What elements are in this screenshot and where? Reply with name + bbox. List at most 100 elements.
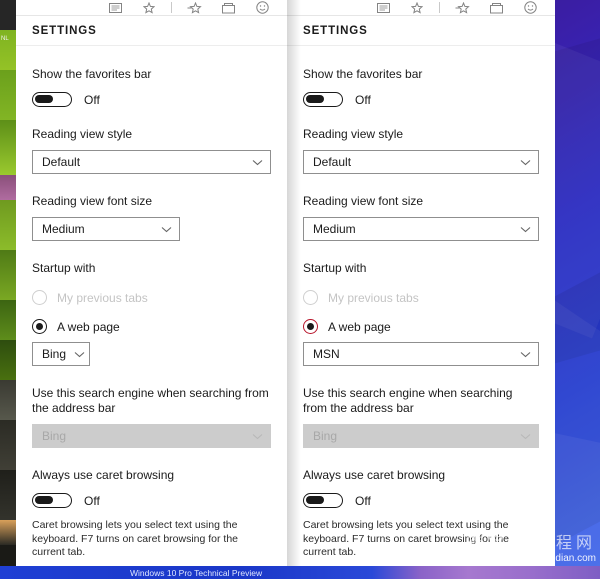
startup-option-previous-tabs: My previous tabs bbox=[303, 290, 539, 305]
search-engine-value: Bing bbox=[42, 429, 67, 443]
browser-window-right: SETTINGS Show the favorites bar Off Read… bbox=[287, 0, 555, 566]
web-notes-smiley-icon[interactable] bbox=[245, 0, 279, 15]
page-title: SETTINGS bbox=[303, 24, 368, 37]
reading-list-icon[interactable] bbox=[479, 0, 513, 15]
reading-list-icon[interactable] bbox=[211, 0, 245, 15]
reading-view-style-dropdown[interactable]: Default bbox=[303, 150, 539, 174]
radio-previous-tabs bbox=[303, 290, 318, 305]
radio-web-page[interactable] bbox=[303, 319, 318, 334]
favorites-bar-toggle[interactable] bbox=[32, 92, 72, 107]
toggle-thumb bbox=[34, 94, 53, 103]
favorites-bar-toggle[interactable] bbox=[303, 92, 343, 107]
reading-view-font-size-value: Medium bbox=[313, 222, 356, 236]
toggle-thumb bbox=[305, 495, 324, 504]
setting-reading-view-style-right: Reading view style Default bbox=[303, 127, 539, 174]
radio-web-page[interactable] bbox=[32, 319, 47, 334]
settings-pane-right: SETTINGS Show the favorites bar Off Read… bbox=[287, 16, 555, 566]
caret-browsing-helper-text: Caret browsing lets you select text usin… bbox=[32, 519, 239, 558]
browser-toolbar-right bbox=[287, 0, 555, 16]
reading-view-font-size-label: Reading view font size bbox=[303, 194, 424, 208]
chevron-down-icon bbox=[520, 155, 531, 169]
add-to-favorites-icon[interactable] bbox=[177, 0, 211, 15]
chevron-down-icon bbox=[161, 222, 172, 236]
chevron-down-icon bbox=[74, 347, 85, 361]
favorites-bar-label: Show the favorites bar bbox=[303, 67, 423, 81]
chevron-down-icon bbox=[252, 429, 263, 443]
reading-view-font-size-dropdown[interactable]: Medium bbox=[303, 217, 539, 241]
background-photo-strip: NL bbox=[0, 0, 16, 579]
favorites-star-icon[interactable] bbox=[132, 0, 166, 15]
setting-search-engine-left: Use this search engine when searching fr… bbox=[32, 386, 271, 448]
reading-view-style-value: Default bbox=[313, 155, 352, 169]
startup-page-value: Bing bbox=[42, 347, 67, 361]
reading-view-icon[interactable] bbox=[366, 0, 400, 15]
reading-view-icon[interactable] bbox=[98, 0, 132, 15]
caret-browsing-label: Always use caret browsing bbox=[303, 468, 446, 482]
radio-dot bbox=[307, 323, 314, 330]
startup-label: Startup with bbox=[303, 261, 367, 275]
setting-startup-left: Startup with My previous tabs A web page… bbox=[32, 261, 271, 366]
reading-view-font-size-label: Reading view font size bbox=[32, 194, 153, 208]
startup-option-web-page[interactable]: A web page bbox=[32, 319, 271, 334]
search-engine-value: Bing bbox=[313, 429, 338, 443]
reading-view-style-dropdown[interactable]: Default bbox=[32, 150, 271, 174]
setting-caret-browsing-left: Always use caret browsing Off Caret brow… bbox=[32, 468, 271, 560]
favorites-bar-label: Show the favorites bar bbox=[32, 67, 152, 81]
settings-body-right: Show the favorites bar Off Reading view … bbox=[287, 67, 555, 566]
startup-page-dropdown[interactable]: Bing bbox=[32, 342, 90, 366]
reading-view-font-size-dropdown[interactable]: Medium bbox=[32, 217, 180, 241]
startup-page-value: MSN bbox=[313, 347, 340, 361]
favorites-bar-toggle-row[interactable]: Off bbox=[303, 92, 539, 107]
setting-favorites-bar-right: Show the favorites bar Off bbox=[303, 67, 539, 107]
favorites-bar-toggle-state: Off bbox=[355, 92, 371, 107]
caret-browsing-toggle[interactable] bbox=[32, 493, 72, 508]
setting-search-engine-right: Use this search engine when searching fr… bbox=[303, 386, 539, 448]
settings-header-left: SETTINGS bbox=[16, 16, 287, 46]
chevron-down-icon bbox=[520, 347, 531, 361]
setting-favorites-bar-left: Show the favorites bar Off bbox=[32, 67, 271, 107]
caret-browsing-toggle[interactable] bbox=[303, 493, 343, 508]
taskbar: Windows 10 Pro Technical Preview bbox=[0, 566, 600, 579]
startup-page-dropdown[interactable]: MSN bbox=[303, 342, 539, 366]
radio-previous-tabs-label: My previous tabs bbox=[328, 290, 419, 305]
setting-reading-view-font-size-left: Reading view font size Medium bbox=[32, 194, 271, 241]
search-engine-label: Use this search engine when searching fr… bbox=[32, 386, 269, 415]
search-engine-label: Use this search engine when searching fr… bbox=[303, 386, 513, 415]
search-engine-dropdown: Bing bbox=[303, 424, 539, 448]
settings-pane-left: SETTINGS Show the favorites bar Off Read… bbox=[16, 16, 287, 566]
radio-dot bbox=[36, 323, 43, 330]
caret-browsing-toggle-row[interactable]: Off bbox=[303, 493, 539, 508]
search-engine-dropdown: Bing bbox=[32, 424, 271, 448]
settings-body-left: Show the favorites bar Off Reading view … bbox=[16, 67, 287, 566]
toolbar-divider bbox=[439, 2, 440, 13]
radio-previous-tabs-label: My previous tabs bbox=[57, 290, 148, 305]
toggle-thumb bbox=[305, 94, 324, 103]
windows-build-watermark: Windows 10 Pro Technical Preview bbox=[130, 568, 263, 578]
add-to-favorites-icon[interactable] bbox=[445, 0, 479, 15]
toolbar-divider bbox=[171, 2, 172, 13]
favorites-bar-toggle-state: Off bbox=[84, 92, 100, 107]
radio-previous-tabs bbox=[32, 290, 47, 305]
radio-web-page-label: A web page bbox=[328, 319, 391, 334]
caret-browsing-toggle-row[interactable]: Off bbox=[32, 493, 271, 508]
caret-browsing-toggle-state: Off bbox=[84, 493, 100, 508]
chevron-down-icon bbox=[520, 429, 531, 443]
chevron-down-icon bbox=[520, 222, 531, 236]
setting-reading-view-style-left: Reading view style Default bbox=[32, 127, 271, 174]
favorites-star-icon[interactable] bbox=[400, 0, 434, 15]
toggle-thumb bbox=[34, 495, 53, 504]
caret-browsing-helper-text: Caret browsing lets you select text usin… bbox=[303, 519, 510, 558]
reading-view-style-value: Default bbox=[42, 155, 81, 169]
startup-option-web-page[interactable]: A web page bbox=[303, 319, 539, 334]
page-title: SETTINGS bbox=[32, 24, 97, 37]
settings-header-right: SETTINGS bbox=[287, 16, 555, 46]
browser-window-left: SETTINGS Show the favorites bar Off Read… bbox=[16, 0, 287, 566]
startup-option-previous-tabs: My previous tabs bbox=[32, 290, 271, 305]
chevron-down-icon bbox=[252, 155, 263, 169]
reading-view-font-size-value: Medium bbox=[42, 222, 85, 236]
favorites-bar-toggle-row[interactable]: Off bbox=[32, 92, 271, 107]
radio-web-page-label: A web page bbox=[57, 319, 120, 334]
web-notes-smiley-icon[interactable] bbox=[513, 0, 547, 15]
caret-browsing-label: Always use caret browsing bbox=[32, 468, 175, 482]
setting-startup-right: Startup with My previous tabs A web page… bbox=[303, 261, 539, 366]
